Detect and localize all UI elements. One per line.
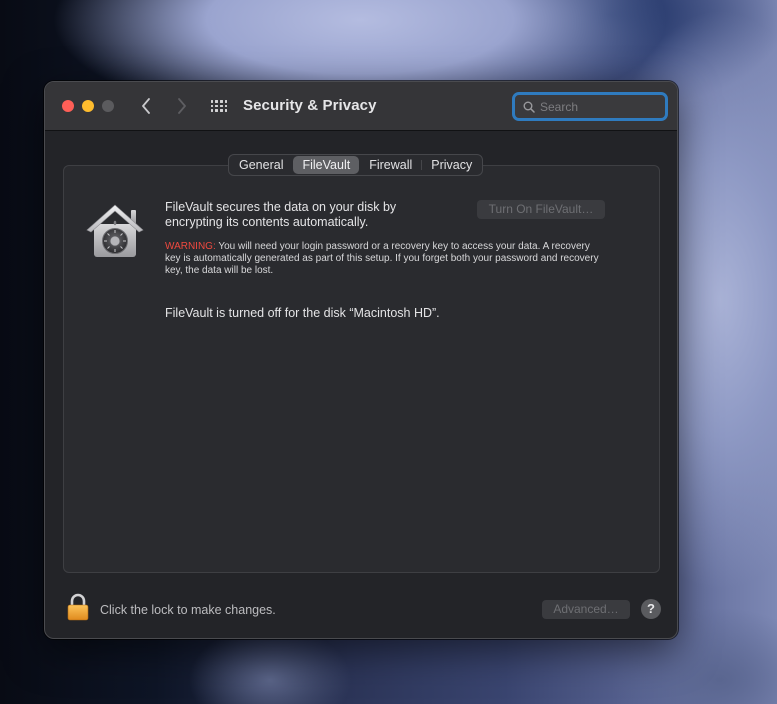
grid-icon [224, 104, 228, 108]
search-field[interactable] [512, 92, 668, 121]
search-input[interactable] [540, 99, 650, 114]
show-all-button[interactable] [210, 98, 228, 114]
grid-icon [220, 104, 223, 108]
close-button[interactable] [62, 100, 74, 112]
grid-icon [224, 100, 228, 103]
filevault-status: FileVault is turned off for the disk “Ma… [165, 306, 440, 320]
filevault-description: FileVault secures the data on your disk … [165, 200, 397, 229]
minimize-button[interactable] [82, 100, 94, 112]
window-title: Security & Privacy [243, 97, 377, 114]
lock-instruction: Click the lock to make changes. [100, 603, 276, 617]
warning-text: You will need your login password or a r… [165, 241, 599, 276]
tab-filevault[interactable]: FileVault [293, 156, 360, 174]
grid-icon [210, 104, 214, 108]
grid-icon [215, 100, 218, 103]
grid-icon [215, 104, 218, 108]
padlock-icon[interactable] [67, 593, 89, 621]
chevron-right-icon [178, 98, 186, 114]
tab-privacy[interactable]: Privacy [422, 156, 481, 174]
titlebar[interactable]: Security & Privacy [45, 82, 677, 131]
security-privacy-window: Security & Privacy General FileVault Fir… [44, 81, 678, 639]
grid-icon [210, 109, 214, 112]
zoom-button [102, 100, 114, 112]
filevault-warning: WARNING: You will need your login passwo… [165, 241, 605, 277]
filevault-house-safe-icon [86, 204, 144, 257]
forward-button[interactable] [171, 94, 193, 118]
search-icon [523, 101, 535, 113]
warning-label: WARNING: [165, 241, 216, 252]
grid-icon [220, 100, 223, 103]
help-button[interactable]: ? [641, 599, 661, 619]
grid-icon [220, 109, 223, 112]
chevron-left-icon [142, 98, 150, 114]
tab-general[interactable]: General [230, 156, 292, 174]
turn-on-filevault-button[interactable]: Turn On FileVault… [477, 200, 605, 219]
tab-bar: General FileVault Firewall Privacy [228, 154, 484, 176]
grid-icon [224, 109, 228, 112]
tab-firewall[interactable]: Firewall [360, 156, 421, 174]
grid-icon [215, 109, 218, 112]
advanced-button[interactable]: Advanced… [542, 600, 630, 619]
grid-icon [210, 100, 214, 103]
desktop-wallpaper: Security & Privacy General FileVault Fir… [0, 0, 777, 704]
back-button[interactable] [135, 94, 157, 118]
